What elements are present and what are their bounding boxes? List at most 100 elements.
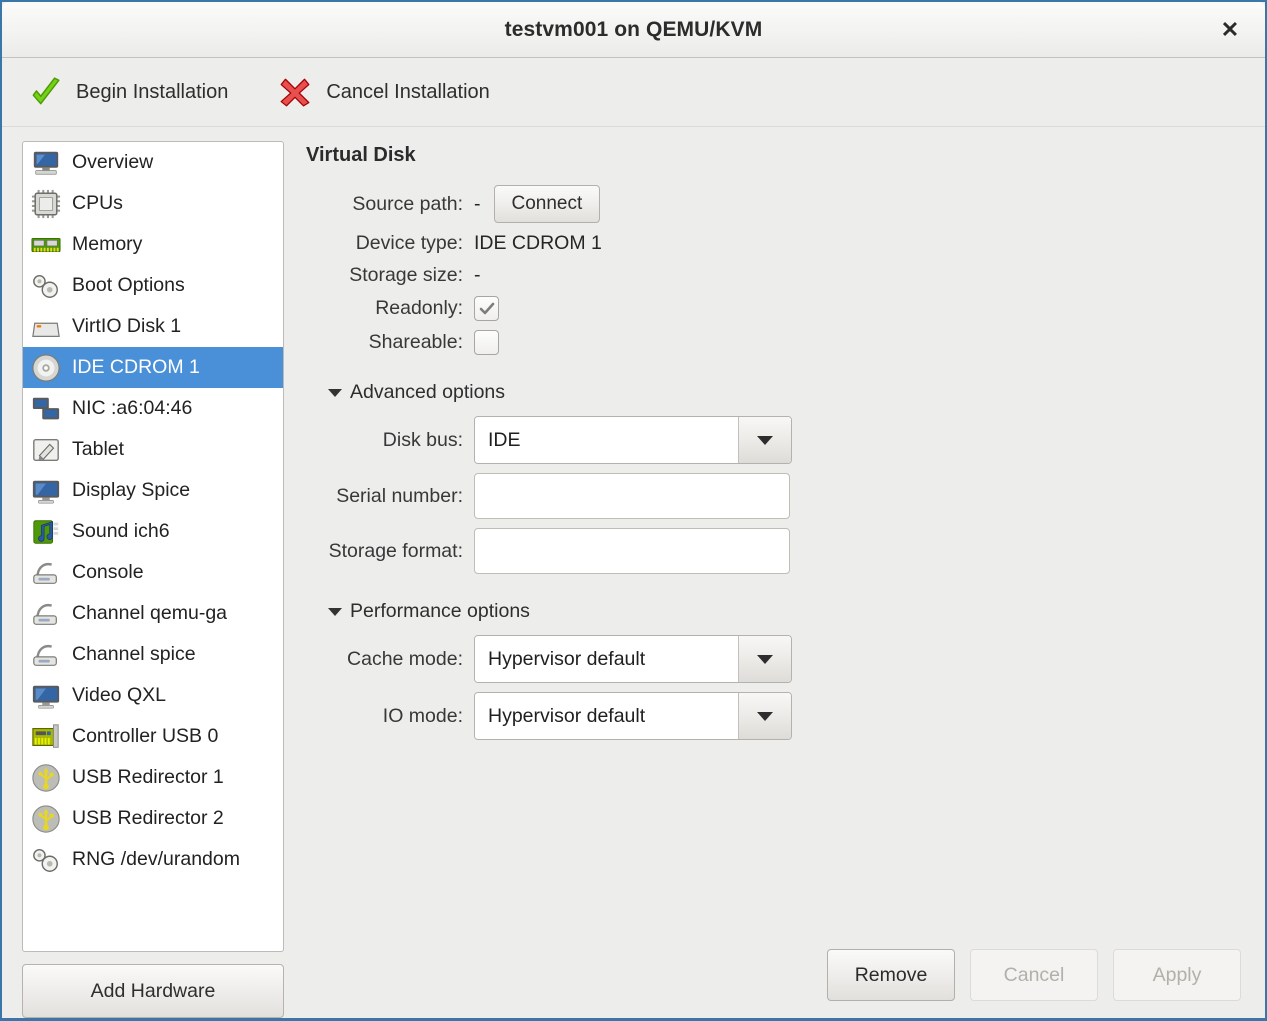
sidebar-item-rng[interactable]: RNG /dev/urandom bbox=[23, 839, 283, 880]
sidebar-item-label: Channel qemu-ga bbox=[72, 602, 228, 624]
sidebar-item-virtio-disk-1[interactable]: VirtIO Disk 1 bbox=[23, 306, 283, 347]
io-mode-select[interactable]: Hypervisor default bbox=[474, 692, 792, 740]
storage-size-row: Storage size: - bbox=[306, 264, 1245, 287]
window-title: testvm001 on QEMU/KVM bbox=[504, 17, 763, 41]
advanced-options-toggle[interactable]: Advanced options bbox=[328, 381, 1245, 404]
storage-format-row: Storage format: bbox=[306, 528, 1245, 574]
remove-button[interactable]: Remove bbox=[827, 949, 955, 1001]
sidebar-item-usb-redirector-1[interactable]: USB Redirector 1 bbox=[23, 757, 283, 798]
harddisk-icon bbox=[31, 312, 61, 342]
sidebar-item-label: CPUs bbox=[72, 192, 123, 214]
sidebar-item-usb-redirector-2[interactable]: USB Redirector 2 bbox=[23, 798, 283, 839]
gears-icon bbox=[31, 845, 61, 875]
details-content: Virtual Disk Source path: - Connect Devi… bbox=[306, 141, 1245, 932]
storage-format-input[interactable] bbox=[474, 528, 790, 574]
body-area: Overview CPUs Memory Boot Options VirtIO… bbox=[2, 127, 1265, 1018]
source-path-value: - bbox=[474, 192, 481, 215]
readonly-checkbox[interactable] bbox=[474, 296, 499, 321]
triangle-down-icon bbox=[328, 388, 342, 397]
cancel-button: Cancel bbox=[970, 949, 1098, 1001]
cancel-installation-label: Cancel Installation bbox=[326, 80, 490, 103]
sidebar-item-video-qxl[interactable]: Video QXL bbox=[23, 675, 283, 716]
serial-number-input[interactable] bbox=[474, 473, 790, 519]
green-check-icon bbox=[28, 75, 62, 109]
sound-icon bbox=[31, 517, 61, 547]
shareable-checkbox[interactable] bbox=[474, 330, 499, 355]
sidebar-item-boot-options[interactable]: Boot Options bbox=[23, 265, 283, 306]
display-icon bbox=[31, 476, 61, 506]
network-icon bbox=[31, 394, 61, 424]
storage-format-label: Storage format: bbox=[328, 539, 463, 562]
storage-size-label: Storage size: bbox=[349, 264, 463, 286]
sidebar-item-overview[interactable]: Overview bbox=[23, 142, 283, 183]
chevron-down-icon[interactable] bbox=[738, 693, 791, 739]
storage-size-value: - bbox=[474, 264, 481, 286]
sidebar-item-label: VirtIO Disk 1 bbox=[72, 315, 182, 337]
memory-module-icon bbox=[31, 230, 61, 260]
sidebar-item-label: Sound ich6 bbox=[72, 520, 170, 542]
display-icon bbox=[31, 681, 61, 711]
io-mode-label: IO mode: bbox=[382, 704, 463, 727]
chevron-down-icon[interactable] bbox=[738, 636, 791, 682]
serial-console-icon bbox=[31, 640, 61, 670]
cpu-chip-icon bbox=[31, 189, 61, 219]
advanced-options-label: Advanced options bbox=[350, 381, 506, 403]
disk-bus-label: Disk bus: bbox=[382, 428, 463, 451]
serial-number-label: Serial number: bbox=[336, 484, 463, 507]
disk-bus-value: IDE bbox=[475, 417, 738, 463]
sidebar-item-tablet[interactable]: Tablet bbox=[23, 429, 283, 470]
sidebar-item-label: Video QXL bbox=[72, 684, 166, 706]
sidebar-item-display-spice[interactable]: Display Spice bbox=[23, 470, 283, 511]
sidebar-item-controller-usb-0[interactable]: Controller USB 0 bbox=[23, 716, 283, 757]
sidebar-item-nic[interactable]: NIC :a6:04:46 bbox=[23, 388, 283, 429]
shareable-label: Shareable: bbox=[368, 331, 463, 353]
source-path-label: Source path: bbox=[352, 192, 463, 215]
sidebar-item-channel-qemu-ga[interactable]: Channel qemu-ga bbox=[23, 593, 283, 634]
begin-installation-button[interactable]: Begin Installation bbox=[24, 71, 244, 113]
serial-console-icon bbox=[31, 558, 61, 588]
details-panel: Virtual Disk Source path: - Connect Devi… bbox=[284, 141, 1245, 1018]
sidebar-item-ide-cdrom-1[interactable]: IDE CDROM 1 bbox=[23, 347, 283, 388]
performance-options-toggle[interactable]: Performance options bbox=[328, 600, 1245, 623]
device-type-value: IDE CDROM 1 bbox=[474, 232, 602, 254]
disk-bus-row: Disk bus: IDE bbox=[306, 416, 1245, 464]
add-hardware-button[interactable]: Add Hardware bbox=[22, 964, 284, 1018]
sidebar-item-console[interactable]: Console bbox=[23, 552, 283, 593]
connect-button[interactable]: Connect bbox=[493, 185, 601, 223]
sidebar-item-label: Controller USB 0 bbox=[72, 725, 219, 747]
sidebar-item-label: USB Redirector 1 bbox=[72, 766, 224, 788]
tablet-pen-icon bbox=[31, 435, 61, 465]
performance-options-label: Performance options bbox=[350, 600, 530, 622]
toolbar: Begin Installation Cancel Installation bbox=[2, 58, 1265, 127]
cache-mode-select[interactable]: Hypervisor default bbox=[474, 635, 792, 683]
check-icon bbox=[479, 302, 494, 314]
sidebar: Overview CPUs Memory Boot Options VirtIO… bbox=[22, 141, 284, 1018]
sidebar-item-label: Overview bbox=[72, 151, 154, 173]
sidebar-item-label: Channel spice bbox=[72, 643, 196, 665]
sidebar-item-label: Display Spice bbox=[72, 479, 191, 501]
sidebar-item-label: Tablet bbox=[72, 438, 125, 460]
title-bar: testvm001 on QEMU/KVM ✕ bbox=[2, 2, 1265, 58]
sidebar-item-channel-spice[interactable]: Channel spice bbox=[23, 634, 283, 675]
io-mode-value: Hypervisor default bbox=[475, 693, 738, 739]
readonly-row: Readonly: bbox=[306, 296, 1245, 321]
triangle-down-icon bbox=[328, 607, 342, 616]
page-title: Virtual Disk bbox=[306, 144, 416, 166]
serial-console-icon bbox=[31, 599, 61, 629]
shareable-row: Shareable: bbox=[306, 330, 1245, 355]
sidebar-item-cpus[interactable]: CPUs bbox=[23, 183, 283, 224]
controller-card-icon bbox=[31, 722, 61, 752]
begin-installation-label: Begin Installation bbox=[76, 80, 229, 103]
sidebar-item-memory[interactable]: Memory bbox=[23, 224, 283, 265]
close-icon[interactable]: ✕ bbox=[1215, 15, 1245, 45]
cancel-installation-button[interactable]: Cancel Installation bbox=[274, 71, 505, 113]
source-path-row: Source path: - Connect bbox=[306, 185, 1245, 223]
sidebar-item-label: NIC :a6:04:46 bbox=[72, 397, 193, 419]
footer-buttons: Remove Cancel Apply bbox=[306, 932, 1245, 1018]
sidebar-item-label: Memory bbox=[72, 233, 143, 255]
sidebar-item-sound-ich6[interactable]: Sound ich6 bbox=[23, 511, 283, 552]
disk-bus-select[interactable]: IDE bbox=[474, 416, 792, 464]
chevron-down-icon[interactable] bbox=[738, 417, 791, 463]
sidebar-item-label: Boot Options bbox=[72, 274, 185, 296]
hardware-list[interactable]: Overview CPUs Memory Boot Options VirtIO… bbox=[22, 141, 284, 952]
